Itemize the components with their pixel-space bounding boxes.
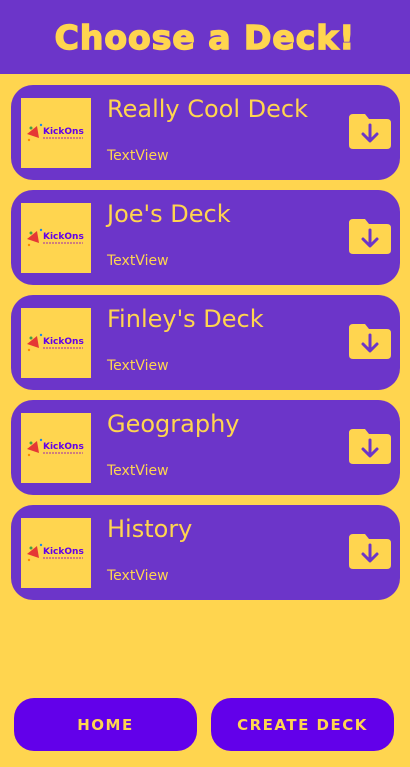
deck-title: Geography [107, 410, 240, 438]
deck-card[interactable]: KickOns Geography TextView [11, 400, 400, 495]
deck-subtitle: TextView [107, 358, 169, 374]
deck-subtitle: TextView [107, 148, 169, 164]
svg-text:KickOns: KickOns [43, 127, 84, 137]
kickons-logo-icon: KickOns [25, 332, 87, 354]
download-folder-icon[interactable] [347, 532, 393, 570]
create-deck-button[interactable]: CREATE DECK [211, 698, 394, 751]
deck-thumbnail: KickOns [21, 518, 91, 588]
deck-thumbnail: KickOns [21, 413, 91, 483]
deck-thumbnail: KickOns [21, 308, 91, 378]
deck-title: History [107, 515, 193, 543]
download-folder-icon[interactable] [347, 217, 393, 255]
svg-text:KickOns: KickOns [43, 232, 84, 242]
deck-card[interactable]: KickOns History TextView [11, 505, 400, 600]
home-button[interactable]: HOME [14, 698, 197, 751]
deck-subtitle: TextView [107, 253, 169, 269]
download-folder-icon[interactable] [347, 322, 393, 360]
deck-card[interactable]: KickOns Really Cool Deck TextView [11, 85, 400, 180]
deck-subtitle: TextView [107, 568, 169, 584]
kickons-logo-icon: KickOns [25, 437, 87, 459]
deck-title: Finley's Deck [107, 305, 264, 333]
deck-card[interactable]: KickOns Joe's Deck TextView [11, 190, 400, 285]
kickons-logo-icon: KickOns [25, 227, 87, 249]
kickons-logo-icon: KickOns [25, 122, 87, 144]
deck-thumbnail: KickOns [21, 203, 91, 273]
download-folder-icon[interactable] [347, 427, 393, 465]
page-title: Choose a Deck! [54, 17, 356, 58]
deck-card[interactable]: KickOns Finley's Deck TextView [11, 295, 400, 390]
svg-text:KickOns: KickOns [43, 547, 84, 557]
deck-title: Joe's Deck [107, 200, 231, 228]
svg-text:KickOns: KickOns [43, 337, 84, 347]
kickons-logo-icon: KickOns [25, 542, 87, 564]
svg-text:KickOns: KickOns [43, 442, 84, 452]
deck-title: Really Cool Deck [107, 95, 308, 123]
deck-thumbnail: KickOns [21, 98, 91, 168]
deck-subtitle: TextView [107, 463, 169, 479]
app-header: Choose a Deck! [0, 0, 410, 74]
deck-list: KickOns Really Cool Deck TextView KickOn… [11, 85, 400, 610]
download-folder-icon[interactable] [347, 112, 393, 150]
